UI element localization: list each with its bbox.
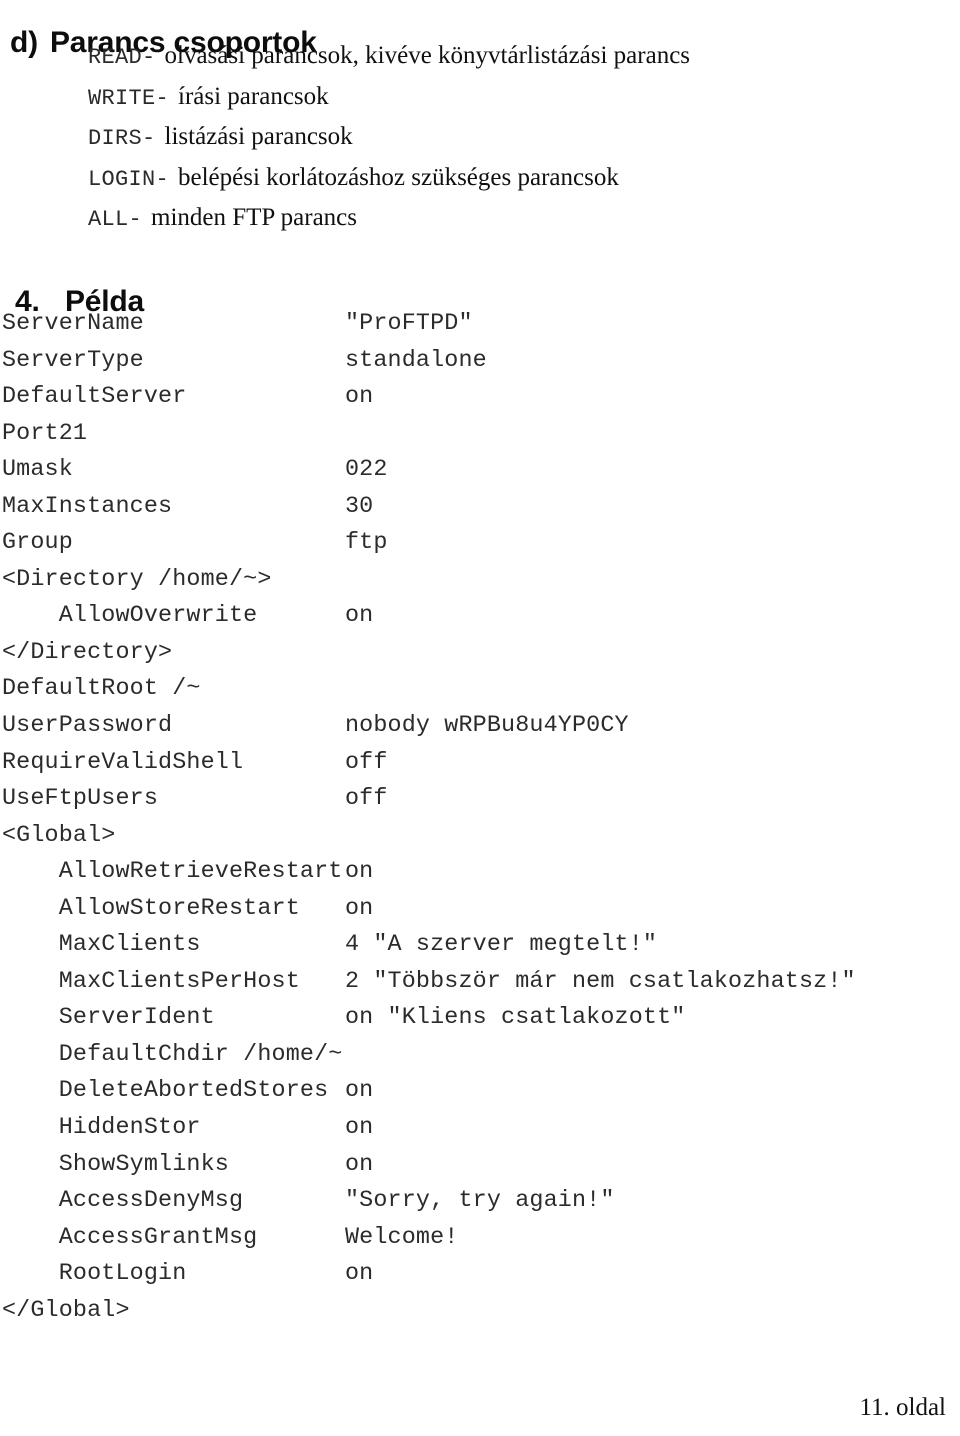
config-value: off — [345, 786, 388, 813]
config-directive: RootLogin — [2, 1261, 187, 1288]
config-directive: HiddenStor — [2, 1115, 201, 1142]
config-line: Umask 022 — [2, 452, 856, 489]
config-line: Port21 — [2, 416, 856, 453]
config-line: <Directory /home/~> — [2, 562, 856, 599]
config-value: "ProFTPD" — [345, 311, 473, 337]
config-value: on "Kliens csatlakozott" — [345, 1005, 686, 1032]
command-group-item: ALL-minden FTP parancs — [88, 198, 948, 239]
config-value: ftp — [345, 530, 388, 557]
config-value: on — [345, 895, 374, 922]
command-group-item: DIRS-listázási parancsok — [88, 117, 948, 158]
config-directive: <Global> — [2, 822, 116, 849]
config-value: nobody wRPBu8u4YP0CY — [345, 713, 629, 740]
config-value: 2 "Többször már nem csatlakozhatsz!" — [345, 968, 856, 995]
config-value: on — [345, 1115, 374, 1142]
config-directive: DefaultServer — [2, 384, 187, 411]
config-directive: </Global> — [2, 1297, 130, 1324]
config-directive: DefaultChdir /home/~ — [2, 1041, 343, 1068]
command-group-description: listázási parancsok — [164, 123, 353, 150]
config-value: 4 "A szerver megtelt!" — [345, 932, 658, 959]
config-value: "Sorry, try again!" — [345, 1188, 615, 1215]
config-line: ShowSymlinks on — [2, 1147, 856, 1184]
config-value: off — [345, 749, 388, 776]
config-directive: ServerType — [2, 347, 144, 374]
command-groups-list: READ-olvasási parancsok, kivéve könyvtár… — [88, 36, 948, 239]
config-directive: DefaultRoot /~ — [2, 676, 201, 703]
config-line: UserPassword nobody wRPBu8u4YP0CY — [2, 708, 856, 745]
config-directive: DeleteAbortedStores — [2, 1078, 329, 1105]
config-directive: ShowSymlinks — [2, 1151, 229, 1178]
config-line: UseFtpUsers off — [2, 781, 856, 818]
config-line: AllowOverwrite on — [2, 598, 856, 635]
command-group-item: WRITE-írási parancsok — [88, 77, 948, 118]
config-directive: </Directory> — [2, 639, 173, 666]
command-group-item: READ-olvasási parancsok, kivéve könyvtár… — [88, 36, 948, 77]
config-directive: RequireValidShell — [2, 749, 244, 776]
page-number-footer: 11. oldal — [859, 1394, 946, 1421]
section-d-number: d) — [10, 25, 38, 59]
config-line: HiddenStor on — [2, 1110, 856, 1147]
command-group-key: ALL- — [88, 207, 143, 232]
config-directive: ServerName — [2, 311, 144, 337]
config-directive: AllowStoreRestart — [2, 895, 300, 922]
command-group-key: DIRS- — [88, 126, 156, 151]
config-directive: Port21 — [2, 420, 88, 447]
config-line: Group ftp — [2, 525, 856, 562]
config-value: on — [345, 1151, 374, 1178]
config-value: standalone — [345, 347, 487, 374]
config-directive: MaxClients — [2, 932, 201, 959]
config-line: AllowStoreRestart on — [2, 891, 856, 928]
command-group-description: belépési korlátozáshoz szükséges parancs… — [178, 163, 619, 191]
config-directive: AllowOverwrite — [2, 603, 258, 630]
config-directive: Group — [2, 530, 73, 557]
config-value: Welcome! — [345, 1224, 459, 1251]
config-line: ServerName "ProFTPD" — [2, 306, 856, 343]
config-line: RootLogin on — [2, 1256, 856, 1293]
config-line: AccessGrantMsg Welcome! — [2, 1220, 856, 1257]
config-line: MaxInstances 30 — [2, 489, 856, 526]
config-line: AccessDenyMsg "Sorry, try again!" — [2, 1183, 856, 1220]
config-directive: MaxInstances — [2, 493, 173, 520]
config-directive: <Directory /home/~> — [2, 566, 272, 593]
config-line: DeleteAbortedStores on — [2, 1073, 856, 1110]
config-line: ServerIdent on "Kliens csatlakozott" — [2, 1000, 856, 1037]
config-line: MaxClientsPerHost 2 "Többször már nem csa… — [2, 964, 856, 1001]
config-line: MaxClients 4 "A szerver megtelt!" — [2, 927, 856, 964]
config-line: AllowRetrieveRestart on — [2, 854, 856, 891]
command-group-description: minden FTP parancs — [151, 204, 357, 231]
config-value: on — [345, 603, 374, 630]
command-group-description: írási parancsok — [178, 82, 329, 110]
command-group-key: READ- — [88, 45, 156, 70]
config-line: </Global> — [2, 1293, 856, 1330]
config-directive: Umask — [2, 457, 73, 484]
config-directive: AccessDenyMsg — [2, 1188, 244, 1215]
config-line: <Global> — [2, 818, 856, 855]
config-value: on — [345, 1261, 374, 1288]
config-line: RequireValidShell off — [2, 745, 856, 782]
command-group-description: olvasási parancsok, kivéve könyvtárlistá… — [164, 42, 691, 69]
config-value: on — [345, 859, 374, 886]
config-value: 30 — [345, 493, 374, 520]
config-line: DefaultRoot /~ — [2, 671, 856, 708]
config-line: DefaultServer on — [2, 379, 856, 416]
config-directive: UseFtpUsers — [2, 786, 159, 813]
config-line: </Directory> — [2, 635, 856, 672]
config-line: DefaultChdir /home/~ — [2, 1037, 856, 1074]
config-directive: AccessGrantMsg — [2, 1224, 258, 1251]
command-group-key: LOGIN- — [88, 166, 170, 192]
document-page: d) Parancs csoportok READ-olvasási paranc… — [0, 0, 960, 1436]
config-value: on — [345, 1078, 374, 1105]
config-value: 022 — [345, 457, 388, 484]
config-directive: ServerIdent — [2, 1005, 215, 1032]
config-line: ServerType standalone — [2, 343, 856, 380]
proftpd-config-block: ServerName "ProFTPD" ServerType standalone D… — [2, 306, 856, 1329]
command-group-key: WRITE- — [88, 85, 170, 111]
config-value: on — [345, 384, 374, 411]
config-directive: MaxClientsPerHost — [2, 968, 300, 995]
command-group-item: LOGIN-belépési korlátozáshoz szükséges p… — [88, 158, 948, 199]
config-directive: AllowRetrieveRestart — [2, 859, 343, 886]
config-directive: UserPassword — [2, 713, 173, 740]
